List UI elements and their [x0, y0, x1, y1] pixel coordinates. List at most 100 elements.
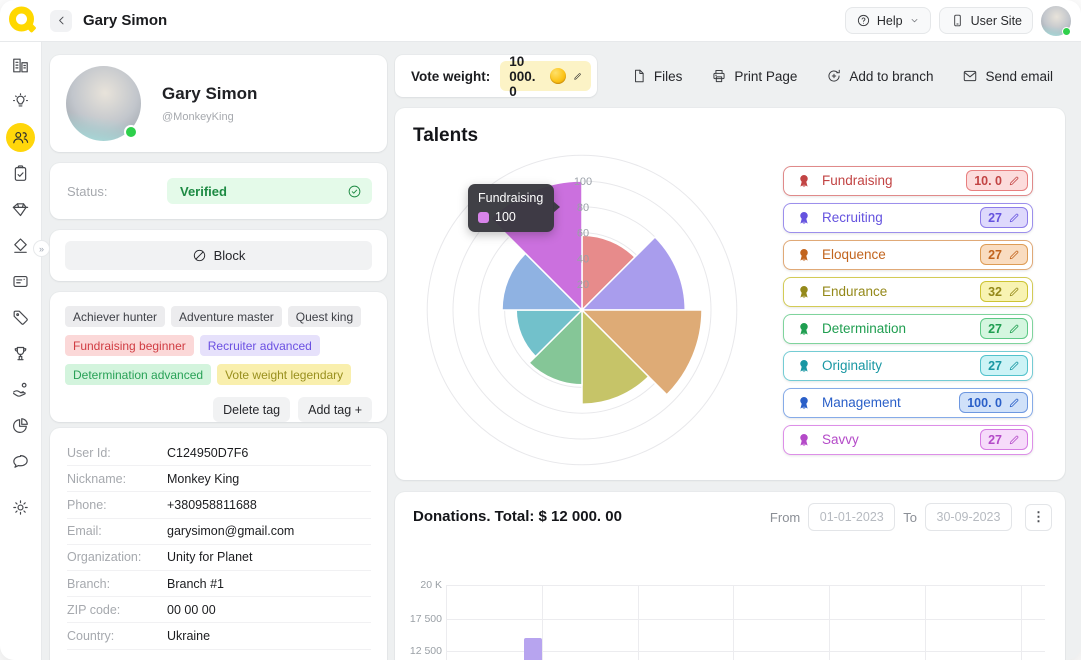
header-avatar[interactable] [1041, 6, 1071, 36]
tag-chip[interactable]: Fundraising beginner [65, 335, 194, 356]
tags-actions: Delete tag Add tag + [65, 397, 372, 422]
talent-row-determination[interactable]: Determination 27 [783, 314, 1033, 344]
talent-value: 27 [988, 322, 1002, 336]
pencil-icon[interactable] [1008, 175, 1020, 187]
tag-chip[interactable]: Vote weight legendary [217, 364, 351, 385]
talent-row-management[interactable]: Management100. 0 [783, 388, 1033, 418]
vote-weight-badge[interactable]: 10 000. 0 [500, 61, 591, 91]
tag-chip[interactable]: Determination advanced [65, 364, 211, 385]
help-label: Help [877, 14, 903, 28]
talent-value-badge[interactable]: 27 [980, 244, 1028, 265]
add-tag-button[interactable]: Add tag + [298, 397, 372, 422]
sidebar-item-settings[interactable] [6, 493, 35, 522]
talent-label: Determination [822, 321, 906, 336]
radial-tick-label: 60 [577, 228, 589, 240]
help-button[interactable]: Help [845, 7, 931, 34]
sidebar-expand-button[interactable]: » [33, 240, 50, 257]
files-button[interactable]: Files [631, 68, 683, 84]
pencil-icon[interactable] [573, 69, 582, 84]
status-badge[interactable]: Verified [167, 178, 372, 204]
sidebar-item-tags[interactable] [6, 303, 35, 332]
sidebar-item-volunteers[interactable] [6, 375, 35, 404]
detail-value: C124950D7F6 [167, 446, 248, 460]
tag-chip[interactable]: Achiever hunter [65, 306, 165, 327]
detail-label: ZIP code: [67, 603, 167, 617]
file-icon [631, 68, 647, 84]
sidebar-item-news[interactable] [6, 267, 35, 296]
online-status-dot [124, 125, 138, 139]
talent-label: Endurance [822, 284, 887, 299]
y-axis-tick-label: 12 500 [395, 645, 442, 657]
block-card: Block [50, 230, 387, 281]
sidebar-item-gems[interactable] [6, 195, 35, 224]
v-gridline [925, 585, 926, 660]
sidebar-item-analytics[interactable] [6, 411, 35, 440]
detail-value: +380958811688 [167, 498, 257, 512]
sidebar-item-tasks[interactable] [6, 159, 35, 188]
h-gridline [446, 619, 1045, 620]
lightbulb-icon [11, 92, 30, 111]
sidebar-item-messages[interactable] [6, 447, 35, 476]
talents-title: Talents [413, 125, 478, 147]
user-site-button[interactable]: User Site [939, 7, 1033, 34]
back-button[interactable] [50, 10, 72, 32]
radial-tick-label: 40 [577, 253, 589, 265]
block-button[interactable]: Block [65, 241, 372, 270]
add-to-branch-button[interactable]: Add to branch [826, 68, 933, 84]
talent-value-badge[interactable]: 10. 0 [966, 170, 1028, 191]
talent-label: Fundraising [822, 173, 893, 188]
send-email-button[interactable]: Send email [962, 68, 1053, 84]
sidebar-item-users[interactable] [6, 123, 35, 152]
branch-refresh-icon [826, 68, 842, 84]
talent-value-badge[interactable]: 32 [980, 281, 1028, 302]
talent-value-badge[interactable]: 100. 0 [959, 392, 1028, 413]
pencil-icon[interactable] [1008, 249, 1020, 261]
medal-icon [796, 321, 812, 337]
talent-label: Savvy [822, 432, 859, 447]
talent-row-endurance[interactable]: Endurance 32 [783, 277, 1033, 307]
delete-tag-button[interactable]: Delete tag [213, 397, 290, 422]
v-gridline [446, 585, 447, 660]
sidebar-item-achievements[interactable] [6, 339, 35, 368]
pencil-icon[interactable] [1008, 212, 1020, 224]
detail-row: Phone:+380958811688 [67, 492, 371, 518]
talent-row-originality[interactable]: Originality 27 [783, 351, 1033, 381]
pencil-icon[interactable] [1008, 434, 1020, 446]
sidebar-item-organizations[interactable] [6, 51, 35, 80]
detail-label: User Id: [67, 446, 167, 460]
tag-chip[interactable]: Adventure master [171, 306, 282, 327]
talent-label: Originality [822, 358, 882, 373]
talent-value-badge[interactable]: 27 [980, 207, 1028, 228]
gear-icon [11, 498, 30, 517]
sidebar-item-ideas[interactable] [6, 87, 35, 116]
talent-row-recruiting[interactable]: Recruiting27 [783, 203, 1033, 233]
news-icon [11, 272, 30, 291]
pencil-icon[interactable] [1008, 360, 1020, 372]
talent-value-badge[interactable]: 27 [980, 355, 1028, 376]
chart-tooltip: Fundraising 100 [468, 184, 554, 232]
sidebar-item-rewards[interactable] [6, 231, 35, 260]
status-value: Verified [180, 184, 227, 199]
talent-row-savvy[interactable]: Savvy 27 [783, 425, 1033, 455]
medal-icon [796, 358, 812, 374]
talent-value-badge[interactable]: 27 [980, 318, 1028, 339]
v-gridline [542, 585, 543, 660]
detail-value: Branch #1 [167, 577, 224, 591]
tooltip-swatch [478, 212, 489, 223]
status-card: Status: Verified [50, 163, 387, 219]
pencil-icon[interactable] [1008, 397, 1020, 409]
print-page-button[interactable]: Print Page [711, 68, 797, 84]
top-bar-right: Help User Site [845, 6, 1071, 36]
profile-card: Gary Simon @MonkeyKing [50, 55, 387, 152]
talent-row-fundraising[interactable]: Fundraising 10. 0 [783, 166, 1033, 196]
talent-row-eloquence[interactable]: Eloquence27 [783, 240, 1033, 270]
v-gridline [733, 585, 734, 660]
talent-value-badge[interactable]: 27 [980, 429, 1028, 450]
pencil-icon[interactable] [1008, 286, 1020, 298]
detail-label: Phone: [67, 498, 167, 512]
tag-chip[interactable]: Quest king [288, 306, 361, 327]
tag-chip[interactable]: Recruiter advanced [200, 335, 320, 356]
coin-icon [550, 68, 566, 84]
detail-label: Organization: [67, 550, 167, 564]
pencil-icon[interactable] [1008, 323, 1020, 335]
